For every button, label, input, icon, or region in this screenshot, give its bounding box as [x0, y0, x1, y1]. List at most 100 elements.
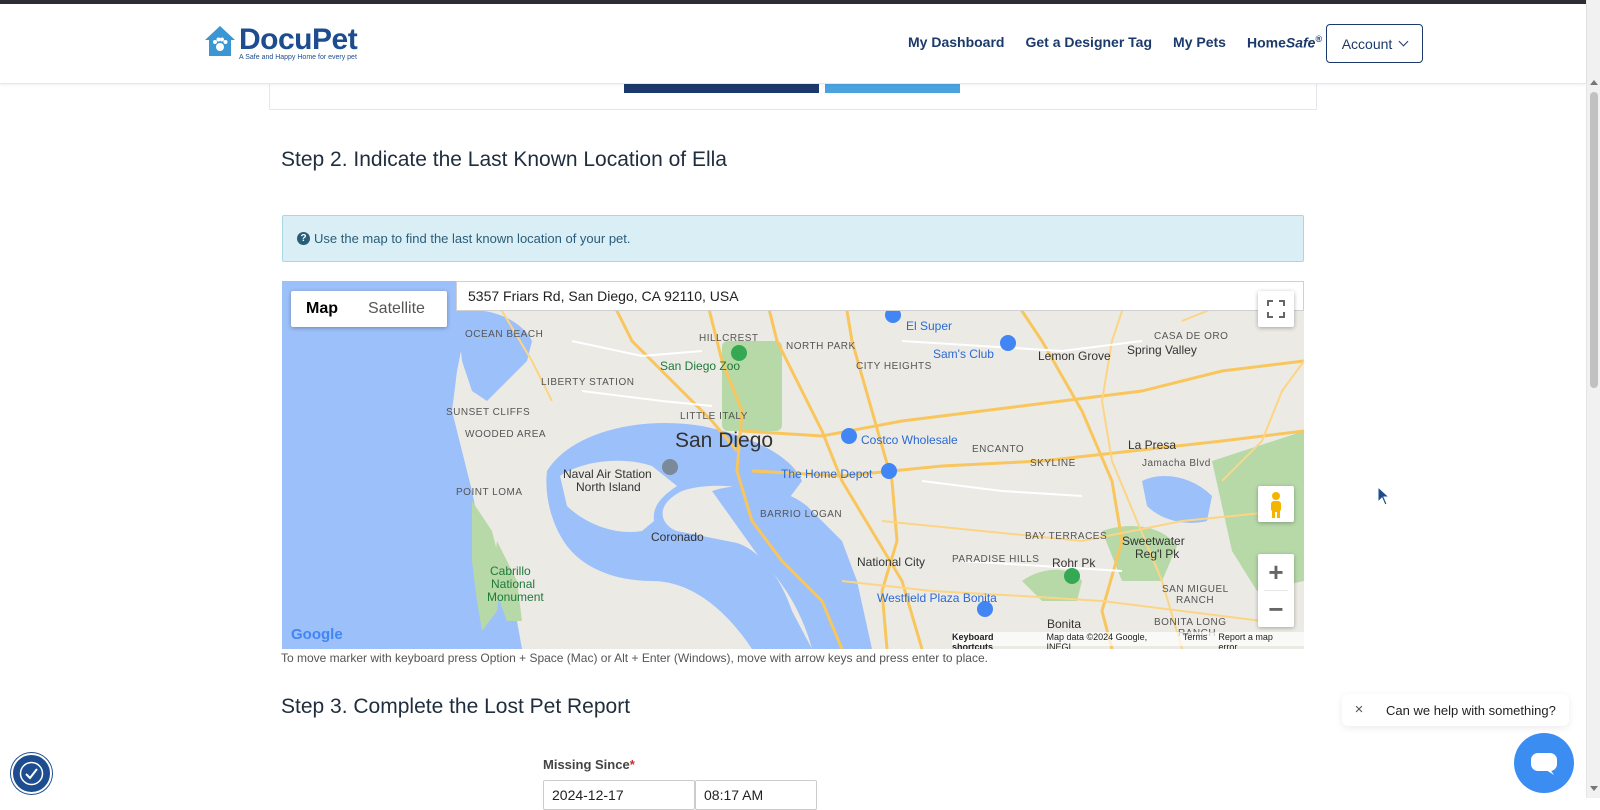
- scroll-down-arrow-icon[interactable]: [1590, 786, 1598, 791]
- homesafe-italic: Safe: [1285, 34, 1316, 51]
- missing-time-input[interactable]: 08:17 AM: [695, 780, 817, 810]
- house-paw-icon: [203, 24, 237, 58]
- map-label-sweetwater-park: Reg'l Pk: [1135, 547, 1180, 561]
- step2-title: Step 2. Indicate the Last Known Location…: [281, 148, 727, 171]
- map-label-skyline: SKYLINE: [1030, 458, 1076, 469]
- nav-homesafe[interactable]: HomeSafe®: [1247, 34, 1322, 51]
- naval-air-pin-icon: [662, 459, 678, 475]
- info-alert: ? Use the map to find the last known loc…: [282, 215, 1304, 262]
- map-label-encanto: ENCANTO: [972, 444, 1025, 455]
- fullscreen-icon: [1267, 300, 1285, 318]
- question-icon: ?: [297, 232, 310, 245]
- map-label-wooded-area: WOODED AREA: [465, 429, 547, 440]
- page-scrollbar[interactable]: [1586, 0, 1600, 798]
- map-label-city-heights: CITY HEIGHTS: [856, 361, 932, 372]
- map-label-ocean-beach: OCEAN BEACH: [465, 329, 544, 340]
- previous-secondary-button[interactable]: [825, 84, 960, 93]
- map-label-sams-club: Sam's Club: [933, 347, 994, 361]
- homesafe-prefix: Home: [1246, 34, 1286, 51]
- missing-date-input[interactable]: 2024-12-17: [543, 780, 695, 810]
- site-header: DocuPet A Safe and Happy Home for every …: [0, 4, 1586, 84]
- map-label-san-diego: San Diego: [675, 429, 774, 452]
- map-label-el-super: El Super: [906, 319, 953, 333]
- chat-launcher-button[interactable]: [1514, 733, 1574, 793]
- previous-primary-button[interactable]: [624, 84, 819, 93]
- map-label-san-diego-zoo: San Diego Zoo: [660, 359, 741, 373]
- map-label-barrio-logan: BARRIO LOGAN: [760, 509, 843, 520]
- account-dropdown-button[interactable]: Account: [1326, 24, 1423, 63]
- address-search-input[interactable]: 5357 Friars Rd, San Diego, CA 92110, USA: [456, 281, 1304, 311]
- map-label-casa-de-oro: CASA DE ORO: [1154, 331, 1229, 342]
- main-nav: My Dashboard Get a Designer Tag My Pets …: [908, 34, 1343, 51]
- map-label-little-italy: LITTLE ITALY: [680, 411, 748, 422]
- info-text: Use the map to find the last known locat…: [314, 231, 631, 246]
- map-type-satellite-button[interactable]: Satellite: [353, 300, 440, 318]
- map-attribution: Keyboard shortcuts Map data ©2024 Google…: [952, 632, 1304, 649]
- map-type-map-button[interactable]: Map: [291, 300, 353, 318]
- google-logo: Google: [291, 626, 343, 643]
- map-label-cabrillo-2: National: [491, 577, 536, 591]
- chat-prompt-text: Can we help with something?: [1386, 702, 1556, 718]
- map-label-san-miguel-2: RANCH: [1176, 595, 1215, 606]
- costco-pin-icon: [841, 428, 857, 444]
- scroll-thumb[interactable]: [1590, 92, 1598, 388]
- account-label: Account: [1341, 35, 1393, 52]
- required-mark: *: [629, 757, 635, 772]
- homesafe-reg: ®: [1315, 34, 1323, 44]
- nav-designer-tag[interactable]: Get a Designer Tag: [1025, 34, 1152, 50]
- accessibility-button[interactable]: [11, 753, 52, 794]
- map-label-naval-air: Naval Air Station: [563, 467, 652, 481]
- map-label-costco: Costco Wholesale: [861, 433, 958, 447]
- sams-club-pin-icon: [1000, 335, 1016, 351]
- map-label-hillcrest: HILLCREST: [699, 333, 759, 344]
- map-label-national-city: National City: [857, 555, 926, 569]
- location-map[interactable]: OCEAN BEACH HILLCREST NORTH PARK CITY HE…: [282, 281, 1304, 649]
- map-label-spring-valley: Spring Valley: [1127, 343, 1197, 357]
- keyboard-instructions: To move marker with keyboard press Optio…: [281, 651, 988, 665]
- chevron-down-icon: [1398, 36, 1409, 47]
- nav-my-dashboard[interactable]: My Dashboard: [908, 34, 1004, 50]
- step3-title: Step 3. Complete the Lost Pet Report: [281, 695, 631, 718]
- zoom-controls: + −: [1258, 554, 1294, 627]
- home-depot-pin-icon: [881, 463, 897, 479]
- map-label-north-park: NORTH PARK: [786, 341, 856, 352]
- map-label-point-loma: POINT LOMA: [456, 487, 523, 498]
- map-data-text: Map data ©2024 Google, INEGI: [1046, 632, 1148, 649]
- map-label-cabrillo-3: Monument: [487, 590, 544, 604]
- map-label-rohr-pk: Rohr Pk: [1052, 556, 1096, 570]
- logo-name: DocuPet: [239, 23, 358, 56]
- close-icon[interactable]: ×: [1350, 701, 1368, 719]
- map-label-paradise-hills: PARADISE HILLS: [952, 554, 1040, 565]
- nav-my-pets[interactable]: My Pets: [1173, 34, 1226, 50]
- scroll-up-arrow-icon[interactable]: [1590, 80, 1598, 85]
- keyboard-shortcuts-link[interactable]: Keyboard shortcuts: [952, 632, 1035, 649]
- map-label-home-depot: The Home Depot: [781, 467, 873, 481]
- map-label-liberty-station: LIBERTY STATION: [541, 377, 635, 388]
- pegman-icon: [1271, 492, 1281, 518]
- terms-link[interactable]: Terms: [1183, 632, 1208, 646]
- street-view-pegman[interactable]: [1258, 486, 1294, 522]
- map-label-jamacha-blvd: Jamacha Blvd: [1142, 458, 1211, 469]
- map-label-coronado: Coronado: [651, 530, 704, 544]
- map-label-north-island: North Island: [576, 480, 641, 494]
- missing-since-text: Missing Since: [543, 757, 630, 772]
- map-label-sunset-cliffs: SUNSET CLIFFS: [446, 407, 531, 418]
- google-logo-text: Google: [291, 626, 343, 643]
- rohr-pk-pin-icon: [1064, 568, 1080, 584]
- fullscreen-button[interactable]: [1258, 291, 1294, 327]
- zoom-in-button[interactable]: +: [1258, 554, 1294, 590]
- map-label-sweetwater: Sweetwater: [1122, 534, 1185, 548]
- accessibility-icon: [19, 761, 44, 786]
- chat-icon: [1531, 753, 1557, 775]
- map-label-lemon-grove: Lemon Grove: [1038, 349, 1111, 363]
- zoom-out-button[interactable]: −: [1258, 591, 1294, 627]
- map-label-cabrillo-1: Cabrillo: [490, 564, 531, 578]
- map-label-bonita: Bonita: [1047, 617, 1082, 631]
- logo-tagline: A Safe and Happy Home for every pet: [239, 54, 357, 61]
- map-label-la-presa: La Presa: [1128, 438, 1177, 452]
- chat-prompt-bubble[interactable]: × Can we help with something?: [1342, 694, 1569, 726]
- docupet-logo[interactable]: DocuPet A Safe and Happy Home for every …: [203, 23, 358, 61]
- report-error-link[interactable]: Report a map error: [1218, 632, 1293, 649]
- map-label-westfield: Westfield Plaza Bonita: [877, 591, 997, 605]
- missing-since-label: Missing Since*: [543, 757, 635, 772]
